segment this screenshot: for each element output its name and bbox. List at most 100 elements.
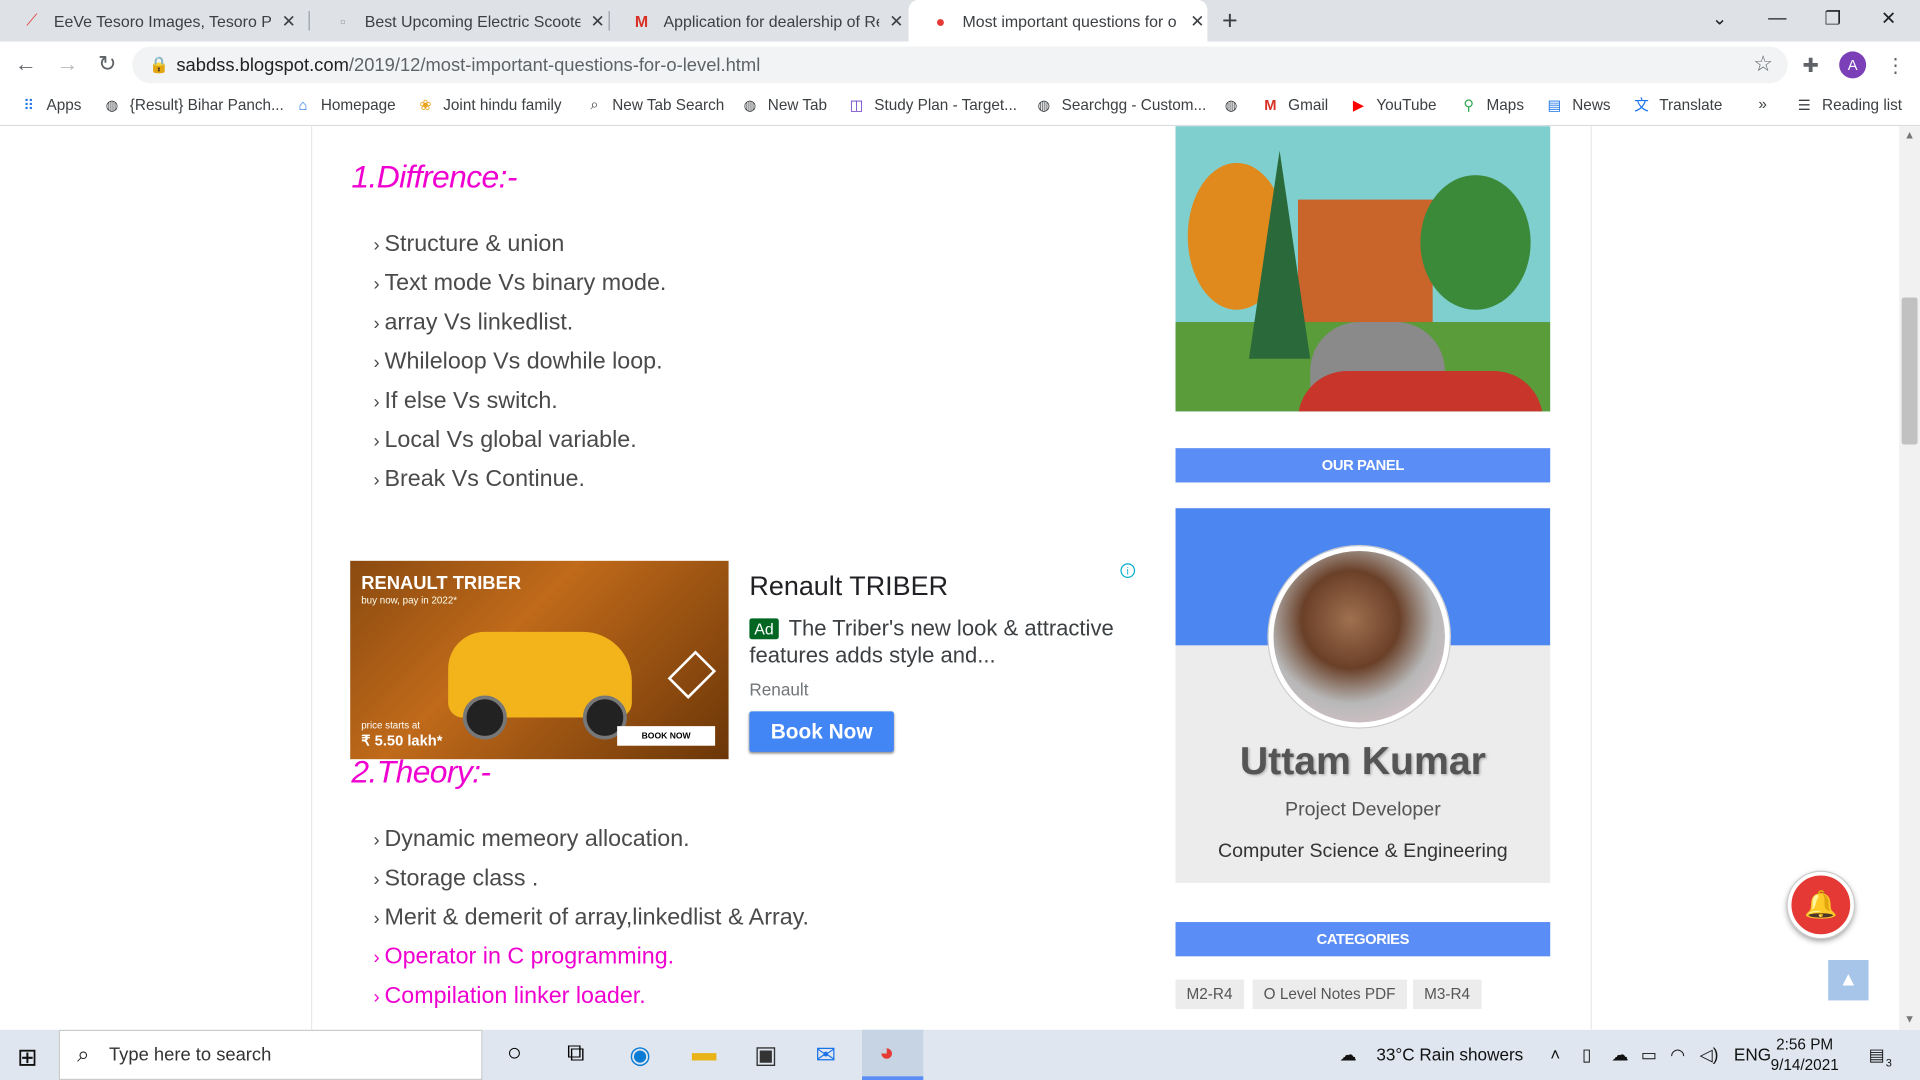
category-tag[interactable]: M2-R4 (1175, 979, 1244, 1009)
tab-4-active[interactable]: ● Most important questions for o le ✕ (908, 0, 1208, 42)
url-host: sabdss.blogspot.com (176, 55, 349, 76)
ad-description[interactable]: The Triber's new look & attractive featu… (749, 615, 1116, 669)
scrollbar-thumb[interactable] (1901, 297, 1918, 445)
scroll-down-icon[interactable]: ▼ (1904, 1013, 1915, 1025)
tab-title: Most important questions for o le (962, 11, 1181, 31)
bookmark-item[interactable]: ⌕ New Tab Search (585, 96, 724, 114)
reload-icon[interactable]: ↻ (98, 51, 116, 77)
tab-close-icon[interactable]: ✕ (282, 10, 296, 31)
cortana-icon[interactable]: ○ (507, 1040, 522, 1068)
tab-close-icon[interactable]: ✕ (591, 10, 605, 31)
globe-icon: ◍ (743, 96, 757, 114)
bookmark-youtube[interactable]: ▶ YouTube (1349, 96, 1437, 114)
edge-icon[interactable]: ◉ (629, 1040, 650, 1071)
bookmark-gmail[interactable]: M Gmail (1261, 96, 1328, 114)
list-item: › Whileloop Vs dowhile loop. (373, 349, 662, 376)
bookmark-apps[interactable]: ⠿ Apps (20, 96, 81, 114)
bookmark-item[interactable]: ◫ Study Plan - Target... (847, 96, 1017, 114)
battery-icon[interactable]: ▭ (1641, 1044, 1657, 1065)
list-item: › Structure & union (373, 231, 564, 258)
windows-start-icon[interactable]: ⊞ (17, 1042, 38, 1073)
close-window-button[interactable]: ✕ (1881, 7, 1896, 30)
translate-icon: 文 (1634, 96, 1649, 114)
bookmark-label: Gmail (1288, 96, 1329, 114)
bookmark-label: YouTube (1376, 96, 1437, 114)
taskbar-clock[interactable]: 2:56 PM 9/14/2021 (1771, 1035, 1839, 1077)
store-icon[interactable]: ▣ (754, 1040, 777, 1071)
list-item: › Storage class . (373, 866, 538, 893)
weather-text[interactable]: 33°C Rain showers (1376, 1044, 1523, 1064)
extensions-puzzle-icon[interactable]: ✚ (1802, 54, 1818, 78)
list-item-link-text[interactable]: Operator in C programming. (384, 944, 674, 970)
language-indicator[interactable]: ENG (1734, 1044, 1771, 1064)
chevron-right-icon: › (373, 830, 380, 852)
list-item: › Merit & demerit of array,linkedlist & A… (373, 905, 809, 932)
category-tag[interactable]: O Level Notes PDF (1252, 979, 1407, 1009)
tab-close-icon[interactable]: ✕ (889, 10, 903, 31)
page-scrollbar[interactable]: ▲ ▼ (1899, 126, 1920, 1030)
bookmark-item[interactable]: ◍ (1222, 96, 1249, 114)
onedrive-icon[interactable]: ☁ (1611, 1044, 1628, 1065)
category-tag[interactable]: M3-R4 (1413, 979, 1482, 1009)
chrome-taskbar-button[interactable]: ◕ (862, 1029, 924, 1080)
tab-search-icon[interactable]: ⌄ (1712, 7, 1727, 30)
list-item-link-text[interactable]: Compilation linker loader. (384, 983, 645, 1009)
chevron-right-icon: › (373, 908, 380, 930)
back-to-top-button[interactable]: ▲ (1828, 960, 1869, 1001)
url-path: /2019/12/most-important-questions-for-o-… (348, 55, 761, 76)
bookmark-star-icon[interactable]: ☆ (1753, 51, 1773, 77)
tab-2[interactable]: ▫ Best Upcoming Electric Scooters ✕ (311, 0, 605, 42)
back-arrow-icon[interactable]: ← (15, 51, 37, 77)
bookmark-label: Maps (1486, 96, 1524, 114)
action-center-icon[interactable]: ▤ (1869, 1044, 1885, 1065)
notification-bell-button[interactable]: 🔔 (1787, 871, 1854, 938)
wifi-icon[interactable]: ◠ (1670, 1044, 1685, 1065)
list-item-link[interactable]: › Operator in C programming. (373, 944, 674, 971)
bookmark-item[interactable]: ◍ New Tab (741, 96, 827, 114)
lock-icon[interactable]: 🔒 (149, 55, 169, 75)
weather-icon[interactable]: ☁ (1340, 1044, 1357, 1065)
menu-kebab-icon[interactable]: ⋮ (1886, 54, 1906, 78)
task-view-icon[interactable]: ⧉ (567, 1040, 584, 1068)
reading-list-label: Reading list (1822, 96, 1903, 114)
volume-icon[interactable]: ◁) (1700, 1044, 1719, 1065)
tab-1[interactable]: ⟋ EeVe Tesoro Images, Tesoro Phot ✕ (0, 0, 306, 42)
show-hidden-icons-icon[interactable]: ˄ (1550, 1044, 1560, 1064)
ad-info-icon[interactable]: i (1120, 563, 1136, 578)
minimize-button[interactable]: — (1768, 7, 1786, 28)
ad-image-cta[interactable]: BOOK NOW (617, 726, 716, 746)
url-text[interactable]: sabdss.blogspot.com/2019/12/most-importa… (176, 55, 760, 76)
list-item-link[interactable]: › Compilation linker loader. (373, 983, 645, 1010)
forward-arrow-icon[interactable]: → (56, 51, 78, 77)
scroll-up-icon[interactable]: ▲ (1904, 129, 1915, 141)
restore-button[interactable]: ❐ (1825, 7, 1841, 30)
globe-icon: ◍ (1037, 96, 1051, 114)
bookmark-news[interactable]: ▤ News (1545, 96, 1611, 114)
ad-title[interactable]: Renault TRIBER (749, 571, 948, 603)
address-bar[interactable]: 🔒 sabdss.blogspot.com/2019/12/most-impor… (132, 46, 1788, 84)
bookmark-translate[interactable]: 文 Translate (1632, 96, 1722, 114)
chevron-right-icon: › (373, 391, 380, 413)
bookmark-item[interactable]: ❀ Joint hindu family (416, 96, 561, 114)
device-icon[interactable]: ▯ (1582, 1044, 1591, 1065)
renault-logo-icon (667, 650, 717, 699)
bookmark-maps[interactable]: ⚲ Maps (1460, 96, 1524, 114)
tab-close-icon[interactable]: ✕ (1190, 10, 1204, 31)
profile-avatar[interactable]: A (1839, 51, 1867, 79)
book-now-button[interactable]: Book Now (749, 711, 894, 752)
bookmarks-overflow-button[interactable]: » (1758, 96, 1767, 113)
reading-list-button[interactable]: ☰ Reading list (1795, 96, 1902, 114)
bookmark-item[interactable]: ⌂ Homepage (294, 96, 396, 114)
categories-header: CATEGORIES (1175, 922, 1551, 957)
tree-shape (1420, 175, 1531, 310)
bookmark-item[interactable]: ◍ Searchgg - Custom... (1035, 96, 1206, 114)
ad-image-price: ₹ 5.50 lakh* (361, 732, 443, 750)
tab-title: EeVe Tesoro Images, Tesoro Phot (53, 11, 272, 31)
mail-icon[interactable]: ✉ (816, 1040, 837, 1071)
taskbar-search-box[interactable]: ⌕ Type here to search (58, 1029, 483, 1080)
ad-image[interactable]: RENAULT TRIBER buy now, pay in 2022* pri… (350, 560, 729, 760)
file-explorer-icon[interactable]: ▬ (692, 1040, 716, 1068)
new-tab-button[interactable]: + (1222, 5, 1238, 37)
bookmark-item[interactable]: ◍ {Result} Bihar Panch... (103, 96, 284, 114)
tab-3[interactable]: M Application for dealership of Rev ✕ (610, 0, 904, 42)
